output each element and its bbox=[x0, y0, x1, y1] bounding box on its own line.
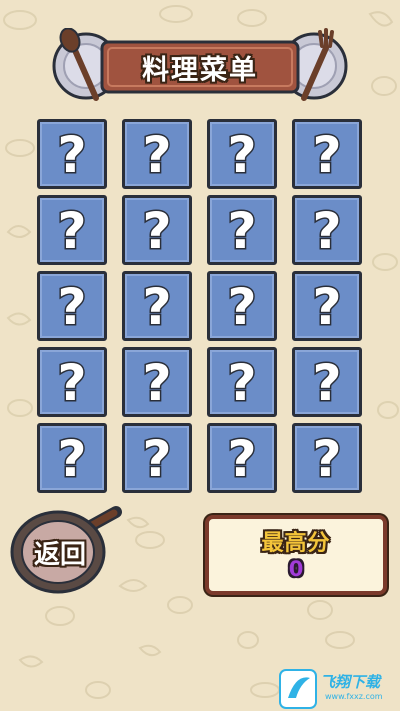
recipe-card[interactable]: ? bbox=[207, 271, 277, 341]
svg-text:?: ? bbox=[227, 128, 256, 180]
recipe-card[interactable]: ? bbox=[207, 119, 277, 189]
question-mark-icon: ? bbox=[226, 280, 258, 332]
question-mark-icon: ? bbox=[141, 356, 173, 408]
svg-text:?: ? bbox=[312, 128, 341, 180]
recipe-card[interactable]: ? bbox=[292, 347, 362, 417]
svg-text:?: ? bbox=[312, 204, 341, 256]
high-score-value: 0 bbox=[288, 557, 304, 581]
svg-text:?: ? bbox=[227, 356, 256, 408]
recipe-card[interactable]: ? bbox=[37, 119, 107, 189]
question-mark-icon: ? bbox=[141, 432, 173, 484]
high-score-label: 最高分 bbox=[261, 531, 331, 556]
svg-text:?: ? bbox=[227, 280, 256, 332]
recipe-card[interactable]: ? bbox=[122, 423, 192, 493]
svg-text:?: ? bbox=[227, 204, 256, 256]
recipe-card[interactable]: ? bbox=[207, 423, 277, 493]
recipe-card[interactable]: ? bbox=[37, 271, 107, 341]
svg-text:?: ? bbox=[142, 356, 171, 408]
svg-text:?: ? bbox=[142, 432, 171, 484]
recipe-card[interactable]: ? bbox=[292, 423, 362, 493]
svg-text:?: ? bbox=[142, 280, 171, 332]
question-mark-icon: ? bbox=[56, 204, 88, 256]
svg-text:?: ? bbox=[227, 432, 256, 484]
question-mark-icon: ? bbox=[56, 356, 88, 408]
svg-text:?: ? bbox=[312, 356, 341, 408]
back-button[interactable]: 返回 bbox=[6, 504, 124, 598]
back-button-label: 返回 bbox=[33, 539, 86, 570]
question-mark-icon: ? bbox=[226, 432, 258, 484]
recipe-card[interactable]: ? bbox=[292, 195, 362, 265]
question-mark-icon: ? bbox=[141, 204, 173, 256]
question-mark-icon: ? bbox=[311, 356, 343, 408]
svg-text:?: ? bbox=[57, 356, 86, 408]
watermark-name: 飞翔下载 bbox=[320, 673, 381, 691]
svg-text:?: ? bbox=[142, 128, 171, 180]
svg-text:?: ? bbox=[57, 432, 86, 484]
recipe-card[interactable]: ? bbox=[122, 271, 192, 341]
watermark-url: www.fxxz.com bbox=[325, 692, 383, 701]
recipe-card[interactable]: ? bbox=[292, 271, 362, 341]
question-mark-icon: ? bbox=[311, 128, 343, 180]
recipe-card[interactable]: ? bbox=[292, 119, 362, 189]
recipe-card[interactable]: ? bbox=[37, 195, 107, 265]
question-mark-icon: ? bbox=[311, 432, 343, 484]
high-score-panel: 最高分 0 bbox=[205, 515, 387, 595]
svg-text:?: ? bbox=[312, 432, 341, 484]
recipe-card[interactable]: ? bbox=[207, 347, 277, 417]
recipe-card-grid: ???????????????????? bbox=[37, 119, 363, 494]
svg-text:?: ? bbox=[57, 280, 86, 332]
question-mark-icon: ? bbox=[311, 204, 343, 256]
recipe-card[interactable]: ? bbox=[37, 423, 107, 493]
recipe-card[interactable]: ? bbox=[122, 119, 192, 189]
question-mark-icon: ? bbox=[226, 356, 258, 408]
question-mark-icon: ? bbox=[141, 128, 173, 180]
question-mark-icon: ? bbox=[56, 128, 88, 180]
recipe-card[interactable]: ? bbox=[37, 347, 107, 417]
svg-text:?: ? bbox=[142, 204, 171, 256]
question-mark-icon: ? bbox=[56, 280, 88, 332]
question-mark-icon: ? bbox=[226, 204, 258, 256]
recipe-card[interactable]: ? bbox=[122, 347, 192, 417]
question-mark-icon: ? bbox=[56, 432, 88, 484]
recipe-card[interactable]: ? bbox=[207, 195, 277, 265]
page-title: 料理菜单 bbox=[142, 54, 258, 86]
svg-text:?: ? bbox=[312, 280, 341, 332]
question-mark-icon: ? bbox=[141, 280, 173, 332]
question-mark-icon: ? bbox=[311, 280, 343, 332]
question-mark-icon: ? bbox=[226, 128, 258, 180]
svg-text:?: ? bbox=[57, 204, 86, 256]
recipe-card[interactable]: ? bbox=[122, 195, 192, 265]
svg-text:?: ? bbox=[57, 128, 86, 180]
